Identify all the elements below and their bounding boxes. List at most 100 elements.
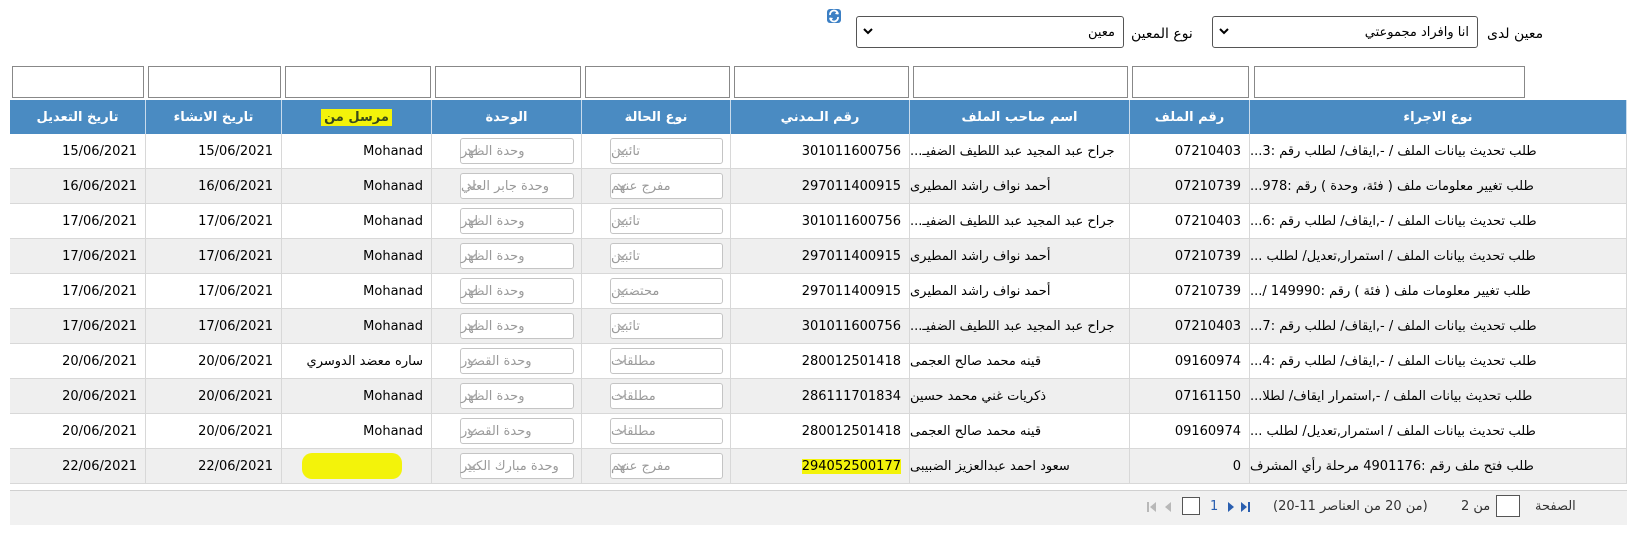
cell-created-date-text: 20/06/2021: [198, 353, 273, 369]
case-type-select[interactable]: مطلقات: [610, 348, 723, 374]
cell-modified-date-text: 20/06/2021: [62, 388, 137, 404]
filter-civil-id[interactable]: [734, 66, 909, 98]
col-case-type[interactable]: نوع الحالة: [582, 100, 731, 134]
chevron-down-icon: [617, 393, 627, 400]
table-row[interactable]: طلب تحديث بيانات الملف / -,ايقاف/ لطلب ر…: [10, 204, 1627, 239]
unit-select[interactable]: وحدة جابر العلي: [460, 173, 574, 199]
col-sent-from[interactable]: مرسل من: [282, 100, 432, 134]
chevron-down-icon: [1219, 28, 1229, 35]
pager-page-label: الصفحة: [1535, 499, 1576, 514]
filter-owner-name[interactable]: [913, 66, 1128, 98]
case-type-select[interactable]: تائبين: [610, 138, 723, 164]
filter-case-type[interactable]: [585, 66, 730, 98]
col-unit[interactable]: الوحدة: [432, 100, 582, 134]
cell-procedure-type-text: طلب تحديث بيانات الملف / -,ايقاف/ لطلب ر…: [1250, 353, 1537, 369]
cell-created-date: 15/06/2021: [146, 134, 282, 168]
cell-created-date-text: 17/06/2021: [198, 318, 273, 334]
cell-file-number-text: 07210739: [1174, 283, 1241, 299]
cell-civil-id: 301011600756: [731, 204, 910, 238]
filter-bar: معين لدى انا وافراد مجموعتي نوع المعين م…: [0, 9, 1635, 52]
case-type-select[interactable]: تائبين: [610, 313, 723, 339]
col-file-number[interactable]: رقم الملف: [1130, 100, 1250, 134]
col-procedure-type[interactable]: نوع الاجراء: [1250, 100, 1627, 134]
cell-file-number: 09160974: [1130, 414, 1250, 448]
table-row[interactable]: طلب تحديث بيانات الملف / -,ايقاف/ لطلب ر…: [10, 309, 1627, 344]
cell-unit: وحدة مبارك الكبير: [432, 449, 582, 483]
assigned-by-select[interactable]: انا وافراد مجموعتي: [1212, 16, 1478, 48]
table-row[interactable]: طلب تحديث بيانات الملف / استمرار,تعديل/ …: [10, 414, 1627, 449]
case-type-select[interactable]: مفرج عنهم: [610, 453, 723, 479]
cell-modified-date-text: 20/06/2021: [62, 353, 137, 369]
filter-sent-from[interactable]: [285, 66, 431, 98]
table-row[interactable]: طلب تغيير معلومات ملف ( فئة ) رقم :14999…: [10, 274, 1627, 309]
case-type-select[interactable]: تائبين: [610, 208, 723, 234]
cell-owner-name: جراح عبد المجيد عبد اللطيف الضفيـ...: [910, 134, 1130, 168]
cell-modified-date-text: 16/06/2021: [62, 178, 137, 194]
cell-unit: وحدة الظهر: [432, 134, 582, 168]
cell-procedure-type: طلب تحديث بيانات الملف / -,استمرار ايقاف…: [1250, 379, 1627, 413]
cell-case-type: مطلقات: [582, 414, 731, 448]
chevron-down-icon: [467, 393, 477, 400]
unit-select[interactable]: وحدة الظهر: [460, 138, 574, 164]
cell-procedure-type: طلب تحديث بيانات الملف / استمرار,تعديل/ …: [1250, 239, 1627, 273]
assigned-by-label: معين لدى: [1487, 26, 1544, 42]
highlight-mark: [302, 453, 402, 479]
pager-page-input[interactable]: [1496, 495, 1520, 517]
table-row[interactable]: طلب تحديث بيانات الملف / استمرار,تعديل/ …: [10, 239, 1627, 274]
unit-select[interactable]: وحدة الظهر: [460, 208, 574, 234]
cell-file-number-text: 09160974: [1174, 423, 1241, 439]
cell-owner-name-text: قينه محمد صالح العجمى: [910, 423, 1042, 439]
cell-sent-from: Mohanad: [282, 309, 432, 343]
case-type-select[interactable]: مطلقات: [610, 418, 723, 444]
case-type-select[interactable]: مطلقات: [610, 383, 723, 409]
col-modified-date[interactable]: تاريخ التعديل: [10, 100, 146, 134]
cell-civil-id-text: 301011600756: [801, 318, 901, 334]
table-row[interactable]: طلب فتح ملف رقم :4901176 مرحلة رأي المشر…: [10, 449, 1627, 484]
col-civil-id[interactable]: رقم الـمدني: [731, 100, 910, 134]
refresh-icon[interactable]: [826, 8, 842, 24]
assignee-type-select[interactable]: معين: [856, 16, 1124, 48]
case-type-select[interactable]: محتضنين: [610, 278, 723, 304]
case-type-select[interactable]: تائبين: [610, 243, 723, 269]
cell-created-date-text: 17/06/2021: [198, 213, 273, 229]
last-page-icon[interactable]: [1239, 501, 1251, 513]
chevron-down-icon: [467, 428, 477, 435]
cell-file-number: 07210739: [1130, 169, 1250, 203]
table-row[interactable]: طلب تحديث بيانات الملف / -,ايقاف/ لطلب ر…: [10, 134, 1627, 169]
unit-select[interactable]: وحدة الظهر: [460, 313, 574, 339]
cell-civil-id: 301011600756: [731, 134, 910, 168]
cell-civil-id: 280012501418: [731, 344, 910, 378]
cell-procedure-type: طلب تحديث بيانات الملف / استمرار,تعديل/ …: [1250, 414, 1627, 448]
cell-sent-from-text: Mohanad: [363, 388, 423, 404]
unit-select[interactable]: وحدة مبارك الكبير: [460, 453, 574, 479]
unit-select[interactable]: وحدة الظهر: [460, 383, 574, 409]
next-page-icon[interactable]: [1225, 501, 1237, 513]
case-type-select[interactable]: مفرج عنهم: [610, 173, 723, 199]
filter-file-number[interactable]: [1132, 66, 1249, 98]
cell-modified-date: 20/06/2021: [10, 414, 146, 448]
cell-procedure-type-text: طلب تحديث بيانات الملف / استمرار,تعديل/ …: [1250, 423, 1536, 439]
chevron-down-icon: [467, 253, 477, 260]
unit-select[interactable]: وحدة القصور: [460, 348, 574, 374]
cell-sent-from-text: Mohanad: [363, 283, 423, 299]
unit-select[interactable]: وحدة الظهر: [460, 243, 574, 269]
unit-select[interactable]: وحدة القصور: [460, 418, 574, 444]
cell-owner-name-text: قينه محمد صالح العجمى: [910, 353, 1042, 369]
pager-current-page-box[interactable]: [1182, 497, 1200, 515]
table-row[interactable]: طلب تغيير معلومات ملف ( فئة، وحدة ) رقم …: [10, 169, 1627, 204]
table-row[interactable]: طلب تحديث بيانات الملف / -,ايقاف/ لطلب ر…: [10, 344, 1627, 379]
cell-created-date-text: 17/06/2021: [198, 248, 273, 264]
cell-civil-id: 297011400915: [731, 169, 910, 203]
cell-sent-from: Mohanad: [282, 134, 432, 168]
filter-procedure-type[interactable]: [1254, 66, 1525, 98]
cell-case-type: محتضنين: [582, 274, 731, 308]
pager-page-1[interactable]: 1: [1210, 499, 1218, 514]
filter-unit[interactable]: [435, 66, 581, 98]
cell-modified-date: 15/06/2021: [10, 134, 146, 168]
col-owner-name[interactable]: اسم صاحب الملف: [910, 100, 1130, 134]
col-created-date[interactable]: تاريخ الانشاء: [146, 100, 282, 134]
filter-created-date[interactable]: [148, 66, 281, 98]
table-row[interactable]: طلب تحديث بيانات الملف / -,استمرار ايقاف…: [10, 379, 1627, 414]
filter-modified-date[interactable]: [12, 66, 144, 98]
unit-select[interactable]: وحدة الظهر: [460, 278, 574, 304]
